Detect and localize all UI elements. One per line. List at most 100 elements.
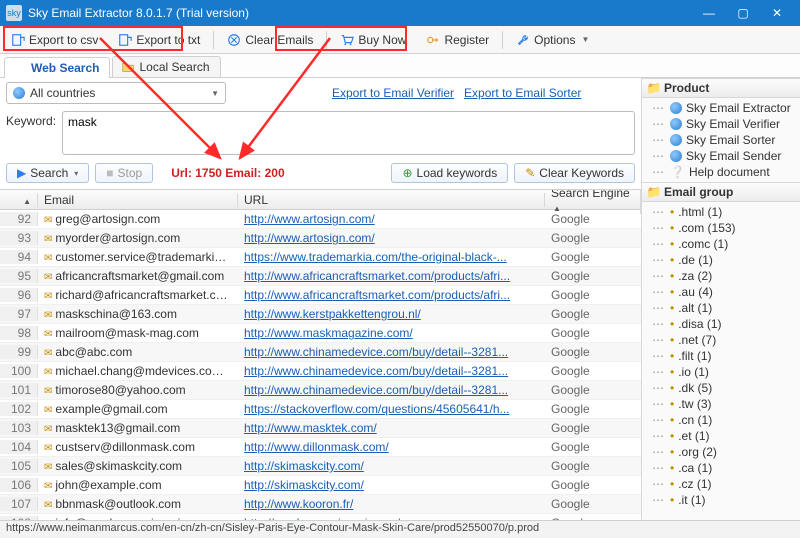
- row-url-link[interactable]: http://www.artosign.com/: [244, 212, 375, 226]
- product-link[interactable]: ⋯Sky Email Extractor: [652, 100, 800, 116]
- search-button[interactable]: ▶ Search ▾: [6, 163, 89, 183]
- export-csv-button[interactable]: Export to csv: [4, 30, 105, 50]
- buy-now-button[interactable]: Buy Now: [333, 30, 413, 50]
- email-group-item[interactable]: ⋯•.ca (1): [652, 460, 800, 476]
- buy-now-label: Buy Now: [358, 33, 406, 47]
- export-txt-button[interactable]: Export to txt: [111, 30, 207, 50]
- export-to-verifier-link[interactable]: Export to Email Verifier: [332, 86, 454, 100]
- envelope-icon: ✉: [44, 272, 52, 283]
- keyword-input[interactable]: [62, 111, 635, 155]
- register-button[interactable]: Register: [419, 30, 496, 50]
- list-item-label: .cz (1): [678, 477, 711, 491]
- table-row[interactable]: 104✉custserv@dillonmask.comhttp://www.di…: [0, 438, 641, 457]
- table-row[interactable]: 97✉maskschina@163.comhttp://www.kerstpak…: [0, 305, 641, 324]
- row-url-link[interactable]: https://www.trademarkia.com/the-original…: [244, 250, 507, 264]
- row-url-link[interactable]: http://www.maskmagazine.com/: [244, 326, 413, 340]
- email-group-item[interactable]: ⋯•.it (1): [652, 492, 800, 508]
- table-row[interactable]: 96✉richard@africancraftsmarket.comhttp:/…: [0, 286, 641, 305]
- stop-icon: ■: [106, 166, 113, 180]
- product-panel-header[interactable]: 📁 Product: [642, 78, 800, 98]
- email-group-list[interactable]: ⋯•.html (1)⋯•.com (153)⋯•.comc (1)⋯•.de …: [642, 202, 800, 520]
- row-url-link[interactable]: http://www.masktek.com/: [244, 421, 377, 435]
- country-label: All countries: [30, 86, 204, 100]
- row-url-link[interactable]: http://www.artosign.com/: [244, 231, 375, 245]
- row-url-link[interactable]: http://www.africancraftsmarket.com/produ…: [244, 288, 510, 302]
- table-row[interactable]: 105✉sales@skimaskcity.comhttp://skimaskc…: [0, 457, 641, 476]
- grid-body[interactable]: 92✉greg@artosign.comhttp://www.artosign.…: [0, 210, 641, 520]
- envelope-icon: ✉: [44, 500, 52, 511]
- email-group-item[interactable]: ⋯•.html (1): [652, 204, 800, 220]
- email-group-item[interactable]: ⋯•.au (4): [652, 284, 800, 300]
- row-url-link[interactable]: http://www.africancraftsmarket.com/produ…: [244, 269, 510, 283]
- email-group-item[interactable]: ⋯•.org (2): [652, 444, 800, 460]
- row-number: 106: [0, 478, 38, 492]
- options-button[interactable]: Options ▼: [509, 30, 596, 50]
- email-group-item[interactable]: ⋯•.za (2): [652, 268, 800, 284]
- table-row[interactable]: 99✉abc@abc.comhttp://www.chinamedevice.c…: [0, 343, 641, 362]
- close-button[interactable]: ✕: [760, 0, 794, 26]
- row-number: 101: [0, 383, 38, 397]
- email-group-item[interactable]: ⋯•.filt (1): [652, 348, 800, 364]
- clear-emails-button[interactable]: Clear Emails: [220, 30, 320, 50]
- table-row[interactable]: 102✉example@gmail.comhttps://stackoverfl…: [0, 400, 641, 419]
- maximize-button[interactable]: ▢: [726, 0, 760, 26]
- tab-local-search[interactable]: Local Search: [112, 56, 220, 77]
- list-item-label: Sky Email Extractor: [686, 101, 791, 115]
- table-row[interactable]: 100✉michael.chang@mdevices.com.auhttp://…: [0, 362, 641, 381]
- email-group-item[interactable]: ⋯•.cn (1): [652, 412, 800, 428]
- clear-keywords-button[interactable]: ✎ Clear Keywords: [514, 163, 635, 183]
- product-link[interactable]: ⋯Sky Email Sorter: [652, 132, 800, 148]
- email-group-item[interactable]: ⋯•.tw (3): [652, 396, 800, 412]
- table-row[interactable]: 101✉timorose80@yahoo.comhttp://www.china…: [0, 381, 641, 400]
- email-group-item[interactable]: ⋯•.cz (1): [652, 476, 800, 492]
- help-link[interactable]: ⋯❔Help document: [652, 164, 800, 180]
- email-group-item[interactable]: ⋯•.io (1): [652, 364, 800, 380]
- table-row[interactable]: 108✉info@maskwaengineering.cahttp://mask…: [0, 514, 641, 520]
- row-url-link[interactable]: http://www.chinamedevice.com/buy/detail-…: [244, 364, 508, 378]
- row-url-link[interactable]: https://stackoverflow.com/questions/4560…: [244, 402, 510, 416]
- product-link[interactable]: ⋯Sky Email Sender: [652, 148, 800, 164]
- table-row[interactable]: 94✉customer.service@trademarkia.c...http…: [0, 248, 641, 267]
- row-url-link[interactable]: http://www.dillonmask.com/: [244, 440, 389, 454]
- row-url-link[interactable]: http://www.chinamedevice.com/buy/detail-…: [244, 345, 508, 359]
- email-group-item[interactable]: ⋯•.alt (1): [652, 300, 800, 316]
- bullet-icon: •: [670, 477, 674, 491]
- row-url-link[interactable]: http://skimaskcity.com/: [244, 478, 364, 492]
- email-group-item[interactable]: ⋯•.net (7): [652, 332, 800, 348]
- table-row[interactable]: 106✉john@example.comhttp://skimaskcity.c…: [0, 476, 641, 495]
- col-url-header[interactable]: URL: [238, 193, 545, 207]
- email-group-panel-header[interactable]: 📁 Email group: [642, 182, 800, 202]
- email-group-item[interactable]: ⋯•.disa (1): [652, 316, 800, 332]
- row-url-link[interactable]: http://skimaskcity.com/: [244, 459, 364, 473]
- row-url-link[interactable]: http://maskwaengineering.ca/: [244, 516, 400, 520]
- table-row[interactable]: 107✉bbnmask@outlook.comhttp://www.kooron…: [0, 495, 641, 514]
- export-to-sorter-link[interactable]: Export to Email Sorter: [464, 86, 581, 100]
- email-group-item[interactable]: ⋯•.comc (1): [652, 236, 800, 252]
- stop-button[interactable]: ■ Stop: [95, 163, 153, 183]
- table-row[interactable]: 103✉masktek13@gmail.comhttp://www.maskte…: [0, 419, 641, 438]
- row-engine: Google: [545, 364, 641, 378]
- row-email: ✉masktek13@gmail.com: [38, 421, 238, 435]
- row-url-link[interactable]: http://www.chinamedevice.com/buy/detail-…: [244, 383, 508, 397]
- row-url-link[interactable]: http://www.kooron.fr/: [244, 497, 353, 511]
- row-url-link[interactable]: http://www.kerstpakkettengrou.nl/: [244, 307, 421, 321]
- email-group-item[interactable]: ⋯•.dk (5): [652, 380, 800, 396]
- product-link[interactable]: ⋯Sky Email Verifier: [652, 116, 800, 132]
- table-row[interactable]: 98✉mailroom@mask-mag.comhttp://www.maskm…: [0, 324, 641, 343]
- table-row[interactable]: 93✉myorder@artosign.comhttp://www.artosi…: [0, 229, 641, 248]
- col-email-header[interactable]: Email: [38, 193, 238, 207]
- load-keywords-button[interactable]: ⊕ Load keywords: [391, 163, 508, 183]
- envelope-icon: ✉: [44, 310, 52, 321]
- table-row[interactable]: 92✉greg@artosign.comhttp://www.artosign.…: [0, 210, 641, 229]
- row-email: ✉custserv@dillonmask.com: [38, 440, 238, 454]
- tab-web-search[interactable]: Web Search: [4, 57, 110, 78]
- email-group-item[interactable]: ⋯•.et (1): [652, 428, 800, 444]
- globe-icon: [13, 61, 27, 75]
- minimize-button[interactable]: —: [692, 0, 726, 26]
- email-group-item[interactable]: ⋯•.de (1): [652, 252, 800, 268]
- email-group-item[interactable]: ⋯•.com (153): [652, 220, 800, 236]
- col-number-header[interactable]: ▲: [0, 193, 38, 207]
- table-row[interactable]: 95✉africancraftsmarket@gmail.comhttp://w…: [0, 267, 641, 286]
- country-select[interactable]: All countries ▼: [6, 82, 226, 104]
- list-item-label: .tw (3): [678, 397, 711, 411]
